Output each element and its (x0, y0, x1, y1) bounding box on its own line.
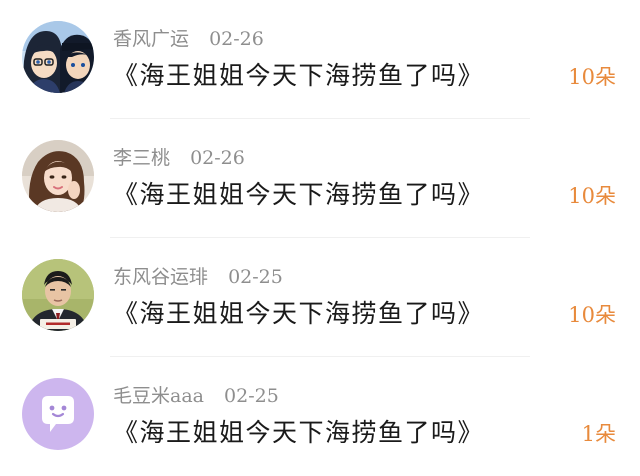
comment-list: 香风广运 02-26 《海王姐姐今天下海捞鱼了吗》 10朵 李三桃 02-26 … (0, 0, 640, 476)
man-in-suit-avatar-icon (22, 259, 94, 331)
book-title[interactable]: 《海王姐姐今天下海捞鱼了吗》 (113, 177, 484, 213)
username[interactable]: 东风谷运琲 (113, 266, 208, 288)
list-item[interactable]: 香风广运 02-26 《海王姐姐今天下海捞鱼了吗》 10朵 (0, 0, 640, 119)
flower-count: 10朵 (568, 65, 616, 89)
book-title[interactable]: 《海王姐姐今天下海捞鱼了吗》 (113, 296, 484, 332)
flower-count: 1朵 (581, 422, 616, 446)
avatar[interactable] (22, 378, 94, 450)
comment-meta: 香风广运 02-26 (113, 26, 264, 52)
default-chat-bubble-avatar-icon (22, 378, 94, 450)
avatar[interactable] (22, 140, 94, 212)
book-title[interactable]: 《海王姐姐今天下海捞鱼了吗》 (113, 415, 484, 451)
comment-date: 02-26 (209, 28, 264, 50)
username[interactable]: 香风广运 (113, 28, 189, 50)
list-item[interactable]: 东风谷运琲 02-25 《海王姐姐今天下海捞鱼了吗》 10朵 (0, 238, 640, 357)
anime-character-avatar-icon (22, 21, 94, 93)
avatar[interactable] (22, 21, 94, 93)
flower-count: 10朵 (568, 303, 616, 327)
comment-meta: 毛豆米aaa 02-25 (113, 383, 279, 409)
username[interactable]: 毛豆米aaa (113, 385, 204, 407)
flower-count: 10朵 (568, 184, 616, 208)
username[interactable]: 李三桃 (113, 147, 170, 169)
woman-portrait-avatar-icon (22, 140, 94, 212)
list-item[interactable]: 李三桃 02-26 《海王姐姐今天下海捞鱼了吗》 10朵 (0, 119, 640, 238)
comment-date: 02-26 (190, 147, 245, 169)
book-title[interactable]: 《海王姐姐今天下海捞鱼了吗》 (113, 58, 484, 94)
comment-date: 02-25 (224, 385, 279, 407)
comment-meta: 东风谷运琲 02-25 (113, 264, 283, 290)
avatar[interactable] (22, 259, 94, 331)
list-item[interactable]: 毛豆米aaa 02-25 《海王姐姐今天下海捞鱼了吗》 1朵 (0, 357, 640, 476)
comment-date: 02-25 (228, 266, 283, 288)
comment-meta: 李三桃 02-26 (113, 145, 245, 171)
